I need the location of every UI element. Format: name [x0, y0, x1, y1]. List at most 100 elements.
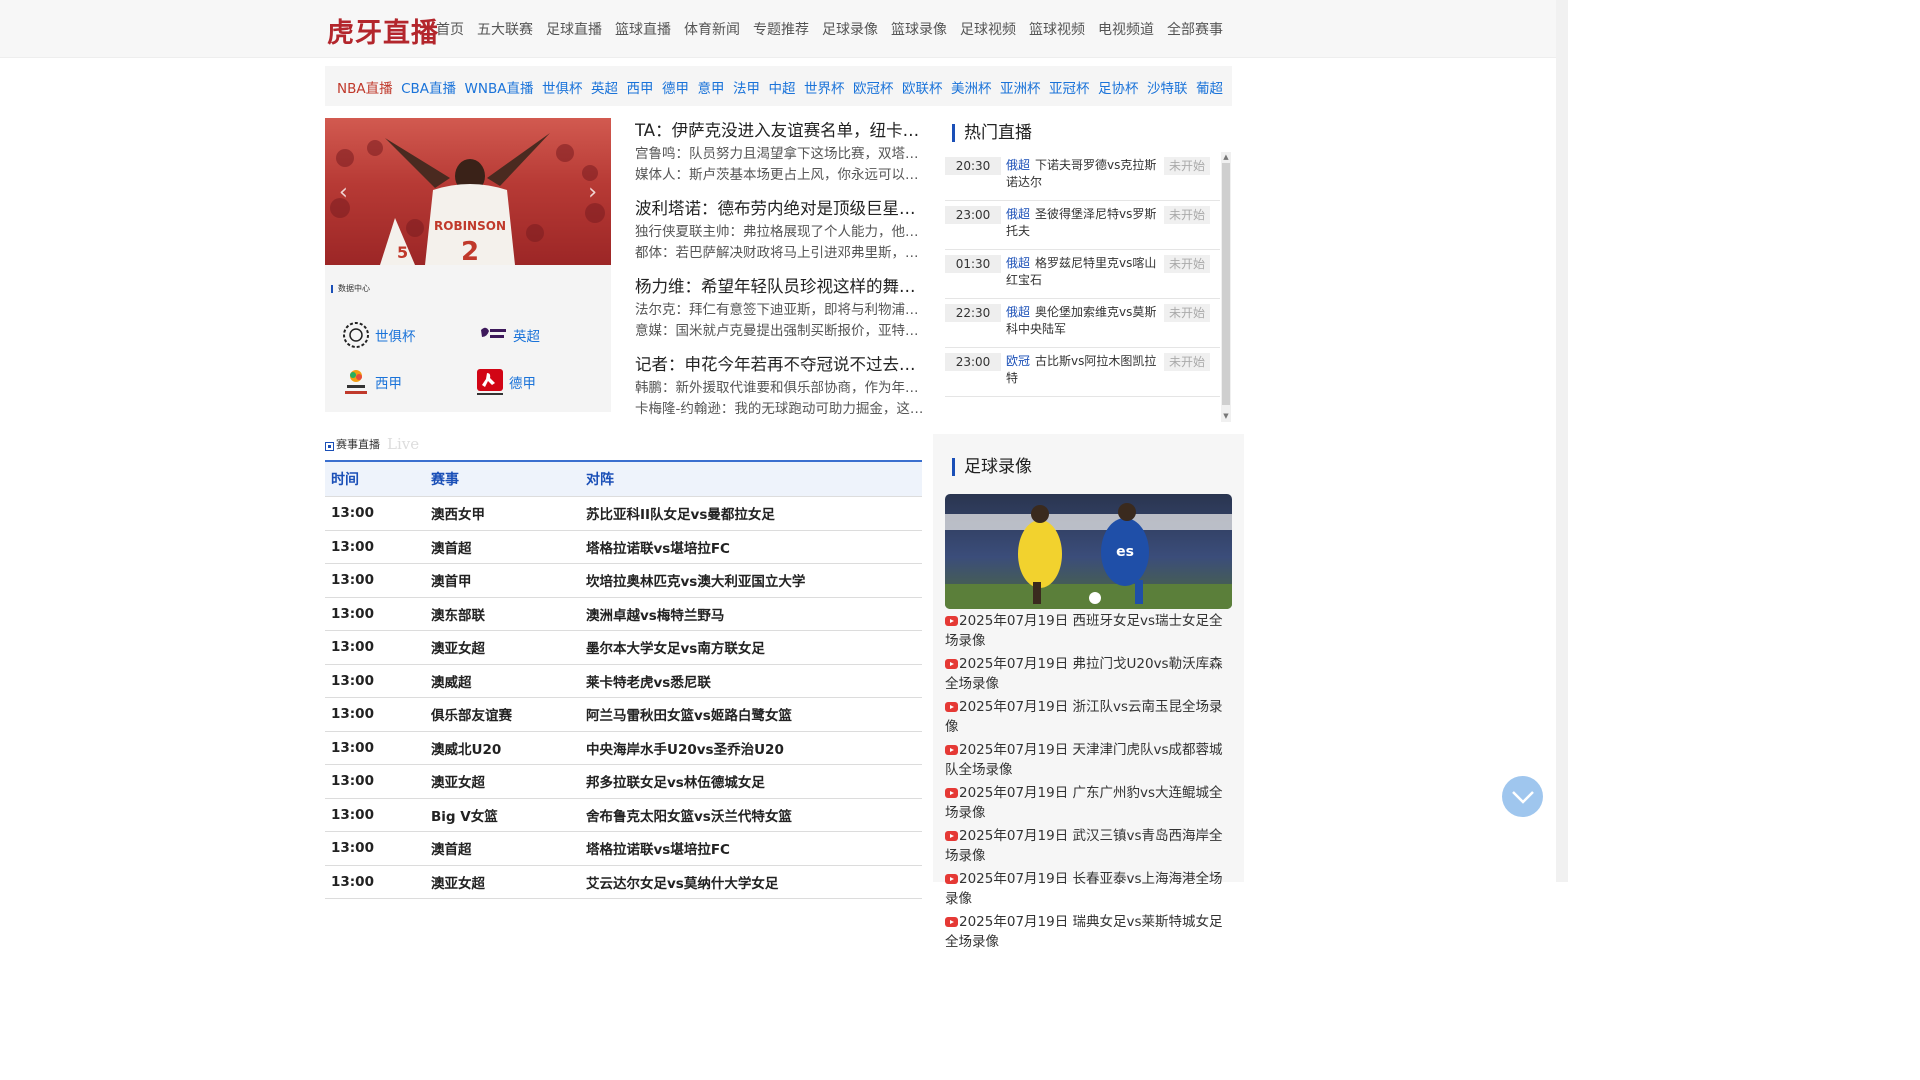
- league-link[interactable]: 亚冠杯: [1049, 77, 1090, 106]
- hot-live-row[interactable]: 20:30 下诺夫哥罗德vs克拉斯诺达尔 俄超 未开始: [945, 152, 1220, 201]
- site-logo[interactable]: 虎牙直播: [327, 11, 439, 50]
- league-link[interactable]: 德甲: [662, 77, 689, 106]
- news-headline[interactable]: 波利塔诺：德布劳内绝对是顶级巨星，他的到来提升了球队: [635, 198, 925, 222]
- video-link[interactable]: 2025年07月19日 武汉三镇vs青岛西海岸全场录像: [945, 827, 1235, 866]
- cell-matchup[interactable]: 苏比亚科II队女足vs曼都拉女足: [586, 503, 922, 523]
- video-link[interactable]: 2025年07月19日 长春亚泰vs上海海港全场录像: [945, 870, 1235, 909]
- data-center-item[interactable]: 世俱杯: [341, 320, 416, 350]
- cell-matchup[interactable]: 塔格拉诺联vs堪培拉FC: [586, 537, 922, 557]
- league-link[interactable]: 亚洲杯: [1000, 77, 1041, 106]
- table-row[interactable]: 13:00 澳西女甲 苏比亚科II队女足vs曼都拉女足: [325, 497, 922, 531]
- nav-item-topics[interactable]: 专题推荐: [753, 19, 809, 39]
- nav-item-five-leagues[interactable]: 五大联赛: [477, 19, 533, 39]
- nav-item-all-events[interactable]: 全部赛事: [1167, 19, 1223, 39]
- cell-matchup[interactable]: 坎培拉奥林匹克vs澳大利亚国立大学: [586, 570, 922, 590]
- video-link[interactable]: 2025年07月19日 弗拉门戈U20vs勒沃库森全场录像: [945, 655, 1235, 694]
- cell-matchup[interactable]: 中央海岸水手U20vs圣乔治U20: [586, 738, 922, 758]
- table-row[interactable]: 13:00 澳东部联 澳洲卓越vs梅特兰野马: [325, 598, 922, 631]
- nav-item-basketball-live[interactable]: 篮球直播: [615, 19, 671, 39]
- data-center-item[interactable]: 德甲: [475, 367, 536, 397]
- nav-item-football-replay[interactable]: 足球录像: [822, 19, 878, 39]
- league-link[interactable]: 英超: [591, 77, 618, 106]
- table-row[interactable]: 13:00 澳首甲 坎培拉奥林匹克vs澳大利亚国立大学: [325, 564, 922, 598]
- page-scrollbar[interactable]: [1556, 0, 1568, 882]
- video-link[interactable]: 2025年07月19日 天津津门虎队vs成都蓉城队全场录像: [945, 741, 1235, 780]
- league-link[interactable]: NBA直播: [337, 77, 393, 106]
- league-link[interactable]: 美洲杯: [951, 77, 992, 106]
- league-link[interactable]: 世俱杯: [542, 77, 583, 106]
- cell-matchup[interactable]: 莱卡特老虎vs悉尼联: [586, 671, 922, 691]
- news-subline[interactable]: 法尔克：拜仁有意签下迪亚斯，即将与利物浦会谈转会费用: [635, 300, 925, 321]
- hot-live-row[interactable]: 22:30 奥伦堡加索维克vs莫斯科中央陆军 俄超 未开始: [945, 299, 1220, 348]
- league-link[interactable]: 西甲: [627, 77, 654, 106]
- league-link[interactable]: 中超: [769, 77, 796, 106]
- table-row[interactable]: 13:00 澳亚女超 邦多拉联女足vs林伍德城女足: [325, 765, 922, 799]
- news-headline[interactable]: 记者：申花今年若再不夺冠说不过去，球队阵容实力非常强: [635, 354, 925, 378]
- cell-matchup[interactable]: 阿兰马雷秋田女篮vs姬路白鹭女篮: [586, 704, 922, 724]
- data-center-item[interactable]: 西甲: [341, 367, 402, 397]
- table-row[interactable]: 13:00 Big V女篮 舍布鲁克太阳女篮vs沃兰代特女篮: [325, 799, 922, 832]
- cell-matchup[interactable]: 艾云达尔女足vs莫纳什大学女足: [586, 872, 922, 892]
- league-link[interactable]: 法甲: [733, 77, 760, 106]
- news-subline[interactable]: 宫鲁鸣：队员努力且渴望拿下这场比赛，双塔阵容打出了效果: [635, 144, 925, 165]
- nav-item-home[interactable]: 首页: [436, 19, 464, 39]
- table-row[interactable]: 13:00 澳威超 莱卡特老虎vs悉尼联: [325, 665, 922, 698]
- news-subline[interactable]: 卡梅隆-约翰逊：我的无球跑动可助力掘金，这是我擅长的: [635, 399, 925, 420]
- league-link[interactable]: 意甲: [698, 77, 725, 106]
- cell-matchup[interactable]: 邦多拉联女足vs林伍德城女足: [586, 771, 922, 791]
- nav-item-football-video[interactable]: 足球视频: [960, 19, 1016, 39]
- hot-live-scroll-thumb[interactable]: [1222, 163, 1230, 405]
- league-link[interactable]: 沙特联: [1147, 77, 1188, 106]
- table-row[interactable]: 13:00 澳亚女超 艾云达尔女足vs莫纳什大学女足: [325, 866, 922, 899]
- video-link[interactable]: 2025年07月19日 广东广州豹vs大连鲲城全场录像: [945, 784, 1235, 823]
- news-subline[interactable]: 都体：若巴萨解决财政将马上引进邓弗里斯，门将也在考察之中: [635, 243, 925, 264]
- hot-live-row[interactable]: 23:00 古比斯vs阿拉木图凯拉特 欧冠 未开始: [945, 348, 1220, 397]
- news-headline[interactable]: TA：伊萨克没进入友谊赛名单，纽卡斯尔正积极寻找替代者: [635, 120, 925, 144]
- match-league[interactable]: 俄超: [1006, 304, 1030, 320]
- match-league[interactable]: 俄超: [1006, 206, 1030, 222]
- video-link[interactable]: 2025年07月19日 西班牙女足vs瑞士女足全场录像: [945, 612, 1235, 651]
- news-subline[interactable]: 独行侠夏联主帅：弗拉格展现了个人能力，他的领导力很出色: [635, 222, 925, 243]
- nav-item-football-live[interactable]: 足球直播: [546, 19, 602, 39]
- nav-item-sports-news[interactable]: 体育新闻: [684, 19, 740, 39]
- scroll-down-button[interactable]: [1502, 776, 1543, 817]
- news-subline[interactable]: 意媒：国米就卢克曼提出强制买断报价，亚特兰大仍未回应: [635, 321, 925, 342]
- nav-item-basketball-replay[interactable]: 篮球录像: [891, 19, 947, 39]
- hot-live-row[interactable]: 23:00 圣彼得堡泽尼特vs罗斯托夫 俄超 未开始: [945, 201, 1220, 250]
- table-row[interactable]: 13:00 澳首超 塔格拉诺联vs堪培拉FC: [325, 832, 922, 866]
- match-league[interactable]: 俄超: [1006, 255, 1030, 271]
- table-row[interactable]: 13:00 澳首超 塔格拉诺联vs堪培拉FC: [325, 531, 922, 564]
- league-link[interactable]: 欧联杯: [902, 77, 943, 106]
- nav-item-basketball-video[interactable]: 篮球视频: [1029, 19, 1085, 39]
- hot-live-row[interactable]: 01:30 格罗兹尼特里克vs喀山红宝石 俄超 未开始: [945, 250, 1220, 299]
- carousel-prev-icon[interactable]: ‹: [339, 180, 348, 205]
- cell-matchup[interactable]: 塔格拉诺联vs堪培拉FC: [586, 838, 922, 858]
- news-carousel[interactable]: ROBINSON 2 5 ‹ ›: [325, 118, 611, 265]
- live-square-icon: [325, 442, 334, 451]
- football-video-thumbnail[interactable]: es: [945, 494, 1232, 609]
- carousel-next-icon[interactable]: ›: [588, 180, 597, 205]
- league-link[interactable]: WNBA直播: [465, 77, 534, 106]
- league-link[interactable]: 欧冠杯: [853, 77, 894, 106]
- league-link[interactable]: CBA直播: [401, 77, 456, 106]
- video-link[interactable]: 2025年07月19日 浙江队vs云南玉昆全场录像: [945, 698, 1235, 737]
- cell-matchup[interactable]: 墨尔本大学女足vs南方联女足: [586, 637, 922, 657]
- news-headline[interactable]: 杨力维：希望年轻队员珍视这样的舞台，在比赛中不断成长: [635, 276, 925, 300]
- nav-item-tv-channels[interactable]: 电视频道: [1098, 19, 1154, 39]
- scroll-down-arrow-icon[interactable]: ▼: [1221, 411, 1231, 421]
- league-link[interactable]: 世界杯: [804, 77, 845, 106]
- news-subline[interactable]: 媒体人：斯卢茨基本场更占上风，你永远可以信任他的临场指挥: [635, 165, 925, 186]
- league-link[interactable]: 足协杯: [1098, 77, 1139, 106]
- match-league[interactable]: 俄超: [1006, 157, 1030, 173]
- table-row[interactable]: 13:00 澳威北U20 中央海岸水手U20vs圣乔治U20: [325, 732, 922, 765]
- table-row[interactable]: 13:00 澳亚女超 墨尔本大学女足vs南方联女足: [325, 631, 922, 665]
- data-center-item[interactable]: 英超: [475, 320, 540, 350]
- match-league[interactable]: 欧冠: [1006, 353, 1030, 369]
- league-link[interactable]: 葡超: [1196, 77, 1223, 106]
- video-link[interactable]: 2025年07月19日 瑞典女足vs莱斯特城女足全场录像: [945, 913, 1235, 952]
- news-subline[interactable]: 韩鹏：新外援取代谁要和俱乐部协商，作为年轻教练还在学习: [635, 378, 925, 399]
- table-row[interactable]: 13:00 俱乐部友谊赛 阿兰马雷秋田女篮vs姬路白鹭女篮: [325, 698, 922, 732]
- cell-matchup[interactable]: 澳洲卓越vs梅特兰野马: [586, 604, 922, 624]
- cell-matchup[interactable]: 舍布鲁克太阳女篮vs沃兰代特女篮: [586, 805, 922, 825]
- scroll-up-arrow-icon[interactable]: ▲: [1221, 152, 1231, 162]
